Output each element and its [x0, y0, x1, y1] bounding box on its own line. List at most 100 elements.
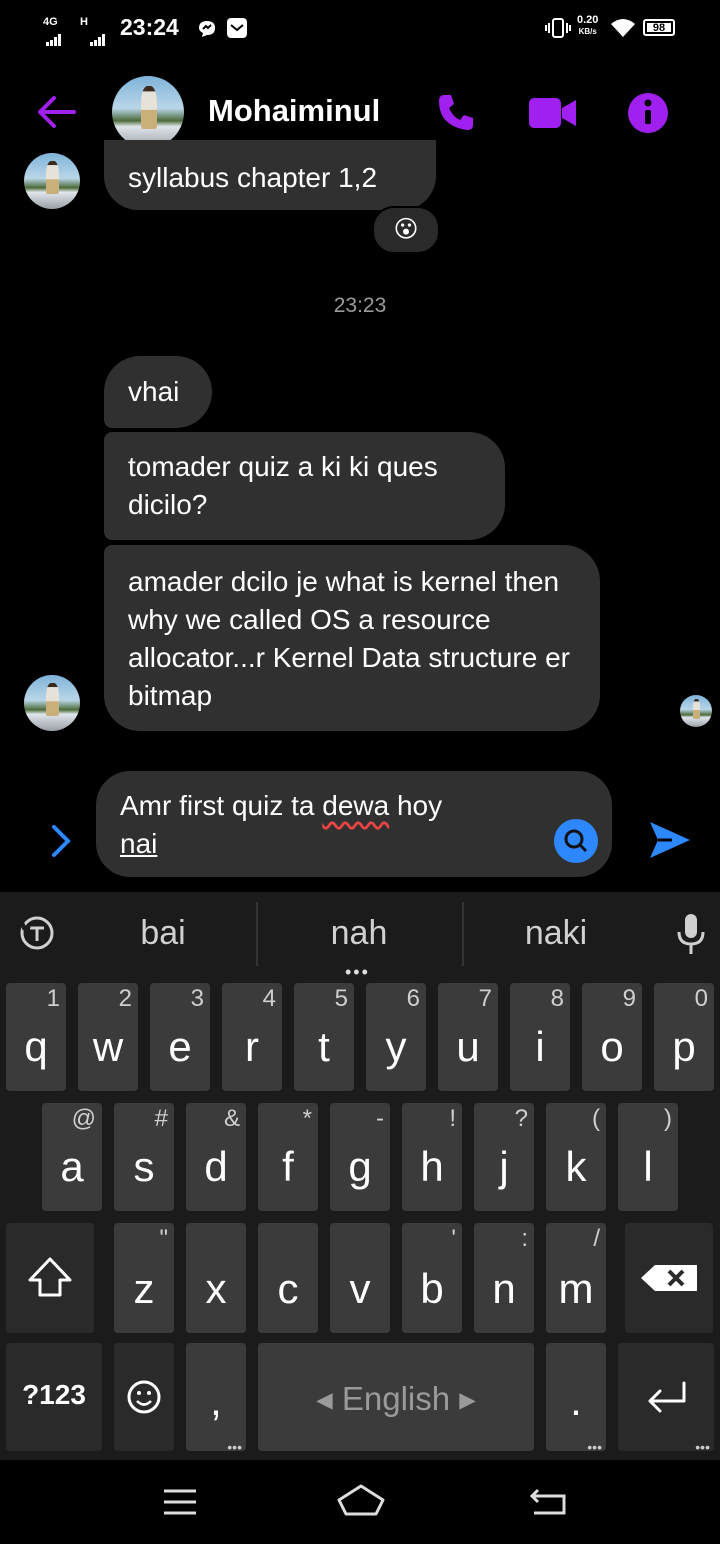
symbols-key[interactable]: ?123 [6, 1343, 102, 1451]
sender-avatar[interactable] [24, 675, 80, 731]
send-icon[interactable] [648, 818, 692, 862]
emoji-key[interactable] [114, 1343, 174, 1451]
key-hint: / [593, 1225, 600, 1252]
sender-avatar[interactable] [24, 153, 80, 209]
suggestion[interactable]: naki [456, 914, 656, 953]
key-label: e [168, 1023, 192, 1070]
key-label: o [600, 1023, 624, 1070]
key-x[interactable]: x [186, 1223, 246, 1333]
key-p[interactable]: 0p [654, 983, 714, 1091]
key-hint: 2 [118, 985, 132, 1012]
network-type-2: H [80, 16, 88, 28]
signal-icon-2 [90, 28, 106, 46]
key-r[interactable]: 4r [222, 983, 282, 1091]
key-e[interactable]: 3e [150, 983, 210, 1091]
draft-part: hoy [389, 790, 443, 821]
space-key[interactable]: ◂ English ▸ [258, 1343, 534, 1451]
key-label: b [420, 1265, 444, 1312]
contact-avatar[interactable] [112, 76, 184, 148]
microphone-icon[interactable] [676, 912, 706, 956]
misspelled-word[interactable]: dewa [322, 790, 389, 821]
key-hint: ! [449, 1105, 456, 1132]
message-input[interactable]: Amr first quiz ta dewa hoy nai [96, 771, 612, 877]
key-j[interactable]: ? j [474, 1103, 534, 1211]
key-label: q [24, 1023, 48, 1070]
clock: 23:24 [120, 14, 179, 40]
key-f[interactable]: * f [258, 1103, 318, 1211]
more-suggestions-dots[interactable]: ••• [345, 962, 370, 983]
menu-icon[interactable] [162, 1487, 198, 1517]
wifi-icon [611, 19, 635, 37]
key-t[interactable]: 5t [294, 983, 354, 1091]
key-s[interactable]: # s [114, 1103, 174, 1211]
key-l[interactable]: ) l [618, 1103, 678, 1211]
key-d[interactable]: & d [186, 1103, 246, 1211]
key-h[interactable]: ! h [402, 1103, 462, 1211]
key-label: u [456, 1023, 480, 1070]
clipboard-history-icon[interactable] [18, 914, 56, 952]
key-k[interactable]: (k [546, 1103, 606, 1211]
key-v[interactable]: v [330, 1223, 390, 1333]
expand-chevron-icon[interactable] [50, 824, 72, 858]
key-o[interactable]: 9o [582, 983, 642, 1091]
key-hint: @ [71, 1105, 96, 1132]
key-u[interactable]: 7u [438, 983, 498, 1091]
messenger-notification-icon [199, 21, 215, 37]
suggestion[interactable]: bai [63, 914, 263, 953]
message-bubble[interactable]: amader dcilo je what is kernel then why … [104, 545, 600, 731]
key-label: g [348, 1143, 372, 1190]
key-c[interactable]: c [258, 1223, 318, 1333]
net-speed-unit: KB/s [578, 27, 597, 36]
key-hint: & [223, 1105, 240, 1132]
contact-name[interactable]: Mohaiminul [208, 93, 380, 129]
key-hint: 7 [478, 985, 492, 1012]
voice-call-icon[interactable] [436, 92, 476, 132]
key-hint: 3 [190, 985, 204, 1012]
key-label: a [60, 1143, 84, 1190]
key-label: h [420, 1143, 444, 1190]
network-type: 4G [43, 16, 58, 28]
key-hint: ( [592, 1105, 600, 1132]
key-a[interactable]: @ a [42, 1103, 102, 1211]
key-label: t [318, 1023, 330, 1070]
enter-key[interactable]: ••• [618, 1343, 714, 1455]
info-icon[interactable] [627, 92, 669, 134]
draft-text[interactable]: Amr first quiz ta dewa hoy nai [120, 787, 540, 863]
message-bubble[interactable]: syllabus chapter 1,2 [104, 140, 436, 210]
key-label: y [385, 1023, 407, 1070]
more-dots: ••• [695, 1439, 710, 1455]
composing-word: nai [120, 828, 158, 859]
key-hint: # [154, 1105, 168, 1132]
key-g[interactable]: -g [330, 1103, 390, 1211]
video-call-icon[interactable] [528, 96, 578, 130]
key-w[interactable]: 2w [78, 983, 138, 1091]
key-b[interactable]: ' b [402, 1223, 462, 1333]
battery-icon: 98 [643, 19, 675, 36]
home-icon[interactable] [336, 1482, 386, 1518]
key-label: k [565, 1143, 587, 1190]
back-nav-icon[interactable] [530, 1486, 568, 1516]
reaction-badge[interactable]: 😮 [372, 206, 440, 254]
signal-icon [46, 28, 62, 46]
message-bubble[interactable]: vhai [104, 356, 212, 428]
net-speed: 0.20 KB/s [577, 15, 598, 37]
suggestion[interactable]: nah [259, 914, 459, 953]
key-label: n [492, 1265, 516, 1312]
key-hint: : [521, 1225, 528, 1252]
comma-key[interactable]: , ••• [186, 1343, 246, 1455]
key-q[interactable]: 1q [6, 983, 66, 1091]
key-n[interactable]: :n [474, 1223, 534, 1333]
key-y[interactable]: 6y [366, 983, 426, 1091]
status-bar: 4G H 23:24 0.20 KB/s 98 [0, 0, 720, 58]
key-z[interactable]: " z [114, 1223, 174, 1333]
shift-key[interactable] [6, 1223, 94, 1333]
key-hint: ' [451, 1225, 456, 1252]
key-i[interactable]: 8i [510, 983, 570, 1091]
back-arrow-icon[interactable] [34, 92, 78, 132]
key-m[interactable]: / m [546, 1223, 606, 1333]
more-dots: ••• [227, 1439, 242, 1455]
backspace-key[interactable] [625, 1223, 713, 1333]
search-icon[interactable] [554, 819, 598, 863]
message-bubble[interactable]: tomader quiz a ki ki ques dicilo? [104, 432, 505, 540]
period-key[interactable]: . ••• [546, 1343, 606, 1455]
